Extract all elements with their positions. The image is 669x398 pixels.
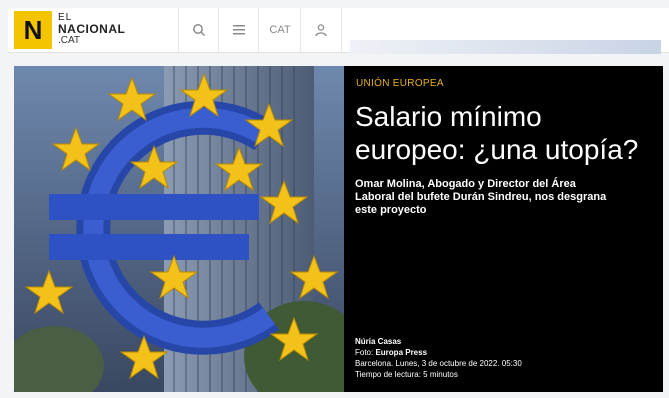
user-icon bbox=[315, 24, 327, 37]
site-logo[interactable]: N bbox=[14, 11, 52, 49]
article-title[interactable]: Salario mínimo europeo: ¿una utopía? bbox=[355, 100, 655, 166]
top-ad-banner[interactable] bbox=[350, 40, 661, 54]
language-button[interactable]: CAT bbox=[258, 8, 301, 52]
article-section-kicker[interactable]: UNIÓN EUROPEA bbox=[356, 78, 444, 89]
article-reading-time: Tiempo de lectura: 5 minutos bbox=[355, 370, 458, 379]
photo-credit: Europa Press bbox=[375, 348, 428, 357]
logo-wordmark[interactable]: EL NACIONAL .CAT bbox=[58, 13, 125, 46]
euro-sculpture-image bbox=[14, 66, 344, 392]
search-button[interactable] bbox=[178, 8, 219, 52]
logo-line-3: .CAT bbox=[58, 35, 81, 46]
logo-letter: N bbox=[23, 14, 43, 45]
user-button[interactable] bbox=[300, 8, 342, 52]
article-header-panel: UNIÓN EUROPEA Salario mínimo europeo: ¿u… bbox=[344, 66, 663, 392]
article-meta: Núria Casas Foto: Europa Press Barcelona… bbox=[355, 336, 522, 380]
menu-button[interactable] bbox=[218, 8, 259, 52]
photo-credit-line: Foto: Europa Press bbox=[355, 347, 522, 358]
article-author[interactable]: Núria Casas bbox=[355, 337, 401, 346]
article-dateline: Barcelona. Lunes, 3 de octubre de 2022. … bbox=[355, 359, 522, 368]
search-icon bbox=[193, 24, 206, 37]
browser-viewport: N EL NACIONAL .CAT CAT UNIÓN EUROPEA Sal… bbox=[0, 0, 669, 398]
article-subtitle: Omar Molina, Abogado y Director del Área… bbox=[355, 178, 607, 216]
photo-prefix: Foto: bbox=[355, 348, 376, 357]
menu-icon bbox=[233, 25, 245, 35]
language-label: CAT bbox=[269, 24, 291, 36]
article-hero-image[interactable] bbox=[14, 66, 344, 392]
